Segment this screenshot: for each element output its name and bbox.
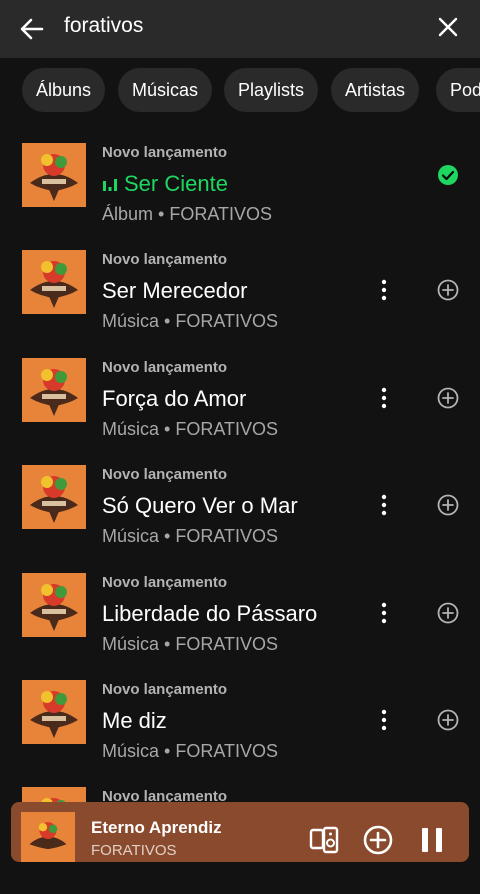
more-options-icon[interactable]: [372, 493, 396, 517]
chip-podcasts[interactable]: Podcasts: [436, 68, 480, 112]
clear-search-icon[interactable]: [436, 15, 460, 39]
new-release-label: Novo lançamento: [102, 574, 228, 591]
search-input[interactable]: forativos: [64, 14, 143, 38]
pause-icon[interactable]: [419, 826, 445, 854]
chip-songs[interactable]: Músicas: [118, 68, 213, 112]
result-meta: Novo lançamento Liberdade do Pássaro Músic…: [102, 573, 402, 655]
result-title: Só Quero Ver o Mar: [102, 493, 402, 519]
result-title-text: Força do Amor: [102, 386, 247, 411]
more-options-icon[interactable]: [372, 386, 396, 410]
result-title-text: Liberdade do Pássaro: [102, 601, 318, 626]
filter-chips: Álbuns Músicas Playlists Artistas Podcas…: [0, 68, 480, 112]
add-to-library-icon[interactable]: [362, 824, 394, 856]
mini-player[interactable]: Eterno Aprendiz FORATIVOS: [11, 802, 469, 862]
result-subtitle: Música • FORATIVOS: [102, 419, 278, 439]
new-release-label: Novo lançamento: [102, 144, 228, 161]
new-release-label: Novo lançamento: [102, 359, 228, 376]
result-row[interactable]: Novo lançamento Só Quero Ver o Mar Música …: [0, 465, 480, 572]
add-icon[interactable]: [436, 601, 460, 625]
result-title: Ser Ciente: [102, 171, 402, 197]
search-bar: forativos: [0, 0, 480, 58]
result-title: Ser Merecedor: [102, 278, 402, 304]
album-cover: [22, 465, 86, 529]
album-cover: [22, 573, 86, 637]
result-meta: Novo lançamento Só Quero Ver o Mar Música …: [102, 465, 402, 547]
new-release-label: Novo lançamento: [102, 251, 228, 268]
add-icon[interactable]: [436, 278, 460, 302]
now-playing-icon: [103, 179, 117, 191]
connect-device-icon[interactable]: [308, 824, 340, 856]
more-options-icon[interactable]: [372, 278, 396, 302]
add-icon[interactable]: [436, 493, 460, 517]
result-meta: Novo lançamento Ser Merecedor Música • FOR…: [102, 250, 402, 332]
chip-playlists[interactable]: Playlists: [224, 68, 319, 112]
more-options-icon[interactable]: [372, 708, 396, 732]
result-title-text: Ser Ciente: [124, 171, 228, 196]
album-cover: [22, 250, 86, 314]
result-subtitle: Música • FORATIVOS: [102, 741, 278, 761]
result-subtitle: Música • FORATIVOS: [102, 311, 278, 331]
result-title-text: Ser Merecedor: [102, 278, 248, 303]
album-cover: [22, 358, 86, 422]
mini-player-title: Eterno Aprendiz: [91, 818, 222, 837]
result-title-text: Só Quero Ver o Mar: [102, 493, 298, 518]
result-title: Liberdade do Pássaro: [102, 601, 402, 627]
result-meta: Novo lançamento Me diz Música • FORATIVOS: [102, 680, 402, 762]
mini-player-cover: [21, 812, 75, 862]
result-row[interactable]: Novo lançamento Ser Merecedor Música • FOR…: [0, 250, 480, 357]
result-meta: Novo lançamento Ser Ciente Álbum • FORATIV…: [102, 143, 402, 225]
result-row[interactable]: Novo lançamento Me diz Música • FORATIVOS: [0, 680, 480, 787]
more-options-icon[interactable]: [372, 601, 396, 625]
result-subtitle: Música • FORATIVOS: [102, 526, 278, 546]
album-cover: [22, 680, 86, 744]
album-cover: [22, 143, 86, 207]
result-row[interactable]: Novo lançamento Liberdade do Pássaro Músic…: [0, 573, 480, 680]
result-title: Força do Amor: [102, 386, 402, 412]
result-title: Me diz: [102, 708, 402, 734]
saved-check-icon[interactable]: [437, 164, 459, 186]
result-title-text: Me diz: [102, 708, 167, 733]
result-meta: Novo lançamento Força do Amor Música • FOR…: [102, 358, 402, 440]
result-subtitle: Música • FORATIVOS: [102, 634, 278, 654]
back-arrow-icon[interactable]: [18, 15, 46, 43]
result-row[interactable]: Novo lançamento Ser Ciente Álbum • FORATIV…: [0, 143, 480, 250]
result-subtitle: Álbum • FORATIVOS: [102, 204, 272, 224]
mini-player-artist: FORATIVOS: [91, 842, 177, 859]
add-icon[interactable]: [436, 386, 460, 410]
chip-albums[interactable]: Álbuns: [22, 68, 106, 112]
add-icon[interactable]: [436, 708, 460, 732]
new-release-label: Novo lançamento: [102, 681, 228, 698]
result-row[interactable]: Novo lançamento Força do Amor Música • FOR…: [0, 358, 480, 465]
chip-artists[interactable]: Artistas: [331, 68, 420, 112]
new-release-label: Novo lançamento: [102, 466, 228, 483]
